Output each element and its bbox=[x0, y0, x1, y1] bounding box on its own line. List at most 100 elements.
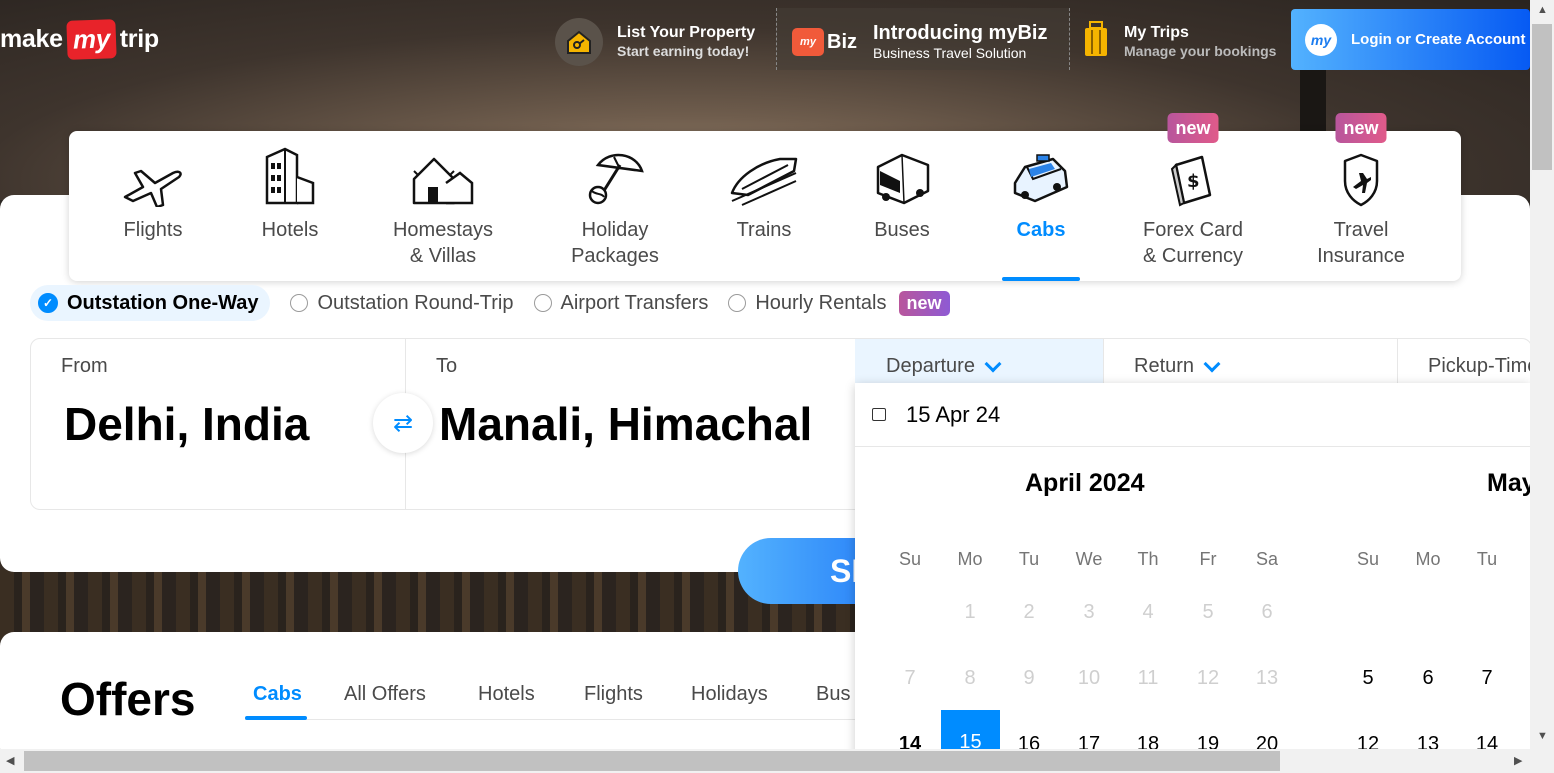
chevron-down-icon bbox=[984, 355, 1002, 372]
user-avatar-icon: my bbox=[1305, 23, 1337, 56]
nav-item-flights[interactable]: Flights bbox=[109, 131, 197, 281]
calendar-day[interactable]: 5 bbox=[1348, 667, 1388, 690]
weekday-label: We bbox=[1075, 549, 1103, 569]
scroll-left-arrow-icon[interactable]: ◀ bbox=[6, 754, 14, 767]
forex-icon: $ bbox=[1139, 145, 1247, 207]
plane-icon bbox=[109, 145, 197, 207]
nav-item-trains[interactable]: Trains bbox=[727, 131, 801, 281]
nav-label-line1: Homestays bbox=[392, 219, 494, 241]
calendar-day: 6 bbox=[1261, 601, 1273, 623]
offers-title: Offers bbox=[60, 673, 196, 725]
offer-tab-holidays[interactable]: Holidays bbox=[691, 683, 768, 706]
nav-label: Trains bbox=[736, 219, 792, 241]
offer-tab-all-offers[interactable]: All Offers bbox=[344, 683, 426, 706]
to-value: Manali, Himachal Pradesh bbox=[439, 398, 824, 450]
trip-type-selector: ✓ Outstation One-Way Outstation Round-Tr… bbox=[30, 285, 950, 321]
to-field[interactable]: To Manali, Himachal Pradesh bbox=[406, 339, 856, 509]
logo-text-make: make bbox=[0, 24, 63, 53]
calendar-day: 2 bbox=[1023, 601, 1035, 623]
cab-icon bbox=[1002, 145, 1080, 207]
radio-icon bbox=[728, 294, 747, 312]
makemytrip-logo[interactable]: make my trip bbox=[0, 14, 159, 64]
nav-label-line1: Travel bbox=[1333, 219, 1389, 241]
nav-item-holiday-packages[interactable]: Holiday Packages bbox=[565, 131, 665, 281]
departure-label: Departure bbox=[886, 355, 975, 377]
trip-type-label: Outstation Round-Trip bbox=[317, 291, 514, 314]
trip-type-hourly-rentals[interactable]: Hourly Rentals bbox=[728, 285, 887, 321]
nav-label: Cabs bbox=[1016, 219, 1066, 241]
new-badge: new bbox=[1167, 113, 1219, 143]
logo-text-my: my bbox=[66, 18, 117, 60]
swap-locations-button[interactable]: ⇄ bbox=[373, 393, 433, 453]
nav-item-buses[interactable]: Buses bbox=[869, 131, 935, 281]
active-tab-underline bbox=[245, 716, 307, 720]
logo-text-trip: trip bbox=[119, 24, 159, 53]
nav-label-line2: Insurance bbox=[1317, 245, 1405, 267]
offer-tab-bus[interactable]: Bus bbox=[816, 683, 850, 706]
calendar-day: 7 bbox=[904, 667, 916, 689]
nav-item-hotels[interactable]: Hotels bbox=[249, 131, 331, 281]
calendar-day: 12 bbox=[1196, 667, 1220, 689]
trip-type-airport-transfers[interactable]: Airport Transfers bbox=[533, 285, 709, 321]
offer-tab-cabs[interactable]: Cabs bbox=[253, 683, 302, 706]
hotel-icon bbox=[249, 145, 331, 207]
offer-tab-flights[interactable]: Flights bbox=[584, 683, 643, 706]
insurance-icon bbox=[1313, 145, 1409, 207]
selected-date-display[interactable]: 15 Apr 24 bbox=[855, 383, 1530, 447]
nav-item-cabs[interactable]: Cabs bbox=[1002, 131, 1080, 281]
nav-item-homestays[interactable]: Homestays & Villas bbox=[387, 131, 499, 281]
nav-item-travel-insurance[interactable]: new Travel Insurance bbox=[1313, 113, 1409, 281]
scroll-right-arrow-icon[interactable]: ▶ bbox=[1514, 754, 1522, 767]
trip-type-outstation-round-trip[interactable]: Outstation Round-Trip bbox=[290, 285, 514, 321]
nav-label: Flights bbox=[123, 219, 183, 241]
mybiz-title: Introducing myBiz bbox=[873, 22, 1048, 44]
departure-calendar: 15 Apr 24 April 2024 May 2024 Su Mo Tu W… bbox=[855, 383, 1530, 760]
offers-tab-divider bbox=[245, 719, 855, 720]
vertical-scrollbar-thumb[interactable] bbox=[1532, 24, 1552, 170]
active-tab-underline bbox=[1002, 277, 1080, 281]
pickup-time-field[interactable]: Pickup-Time bbox=[1428, 355, 1530, 378]
login-button[interactable]: my Login or Create Account bbox=[1291, 9, 1530, 70]
month-title: May 2024 bbox=[1487, 469, 1530, 497]
weekday-label: Sa bbox=[1255, 549, 1279, 569]
mybiz-content[interactable]: my Biz Introducing myBiz Business Travel… bbox=[792, 14, 1047, 70]
trip-type-outstation-one-way[interactable]: ✓ Outstation One-Way bbox=[30, 285, 271, 321]
mybiz-badge-text: Biz bbox=[827, 30, 857, 53]
from-value: Delhi, India bbox=[64, 398, 310, 450]
scroll-up-arrow-icon[interactable]: ▲ bbox=[1537, 4, 1548, 16]
nav-label: Buses bbox=[874, 219, 930, 241]
weekday-label: Mo bbox=[1415, 549, 1441, 569]
svg-text:$: $ bbox=[1187, 171, 1200, 192]
calendar-day: 5 bbox=[1202, 601, 1214, 623]
new-badge: new bbox=[898, 290, 950, 316]
calendar-day: 13 bbox=[1255, 667, 1279, 689]
calendar-day[interactable]: 7 bbox=[1467, 667, 1507, 690]
departure-dropdown[interactable]: Departure bbox=[886, 355, 1002, 378]
trip-type-label: Outstation One-Way bbox=[67, 291, 259, 314]
train-icon bbox=[727, 145, 801, 207]
chevron-down-icon bbox=[1203, 355, 1221, 372]
horizontal-scrollbar[interactable]: ◀ ▶ bbox=[0, 749, 1530, 773]
nav-item-forex[interactable]: new $ Forex Card & Currency bbox=[1139, 113, 1247, 281]
trip-type-label: Airport Transfers bbox=[560, 291, 709, 314]
umbrella-icon bbox=[565, 145, 665, 207]
list-property-title: List Your Property bbox=[617, 24, 756, 41]
from-label: From bbox=[61, 355, 108, 377]
calendar-day[interactable]: 6 bbox=[1408, 667, 1448, 690]
calendar-day: 8 bbox=[964, 667, 976, 689]
nav-label-line1: Forex Card bbox=[1142, 219, 1244, 241]
offer-tab-hotels[interactable]: Hotels bbox=[478, 683, 535, 706]
login-label: Login or Create Account bbox=[1351, 31, 1526, 48]
from-field[interactable]: From Delhi, India bbox=[31, 339, 406, 509]
trip-type-label: Hourly Rentals bbox=[755, 291, 887, 314]
list-property-link[interactable]: List Your Property Start earning today! bbox=[555, 14, 755, 70]
my-trips-link[interactable]: My Trips Manage your bookings bbox=[1082, 14, 1276, 70]
mybiz-badge-icon: my Biz bbox=[792, 28, 857, 56]
return-dropdown[interactable]: Return bbox=[1134, 355, 1221, 378]
month-title: April 2024 bbox=[1025, 469, 1145, 497]
scroll-down-arrow-icon[interactable]: ▼ bbox=[1537, 730, 1548, 742]
horizontal-scrollbar-thumb[interactable] bbox=[24, 751, 1280, 771]
check-icon: ✓ bbox=[38, 293, 58, 313]
nav-label-line1: Holiday bbox=[581, 219, 649, 241]
vertical-scrollbar[interactable]: ▲ ▼ bbox=[1530, 0, 1554, 773]
